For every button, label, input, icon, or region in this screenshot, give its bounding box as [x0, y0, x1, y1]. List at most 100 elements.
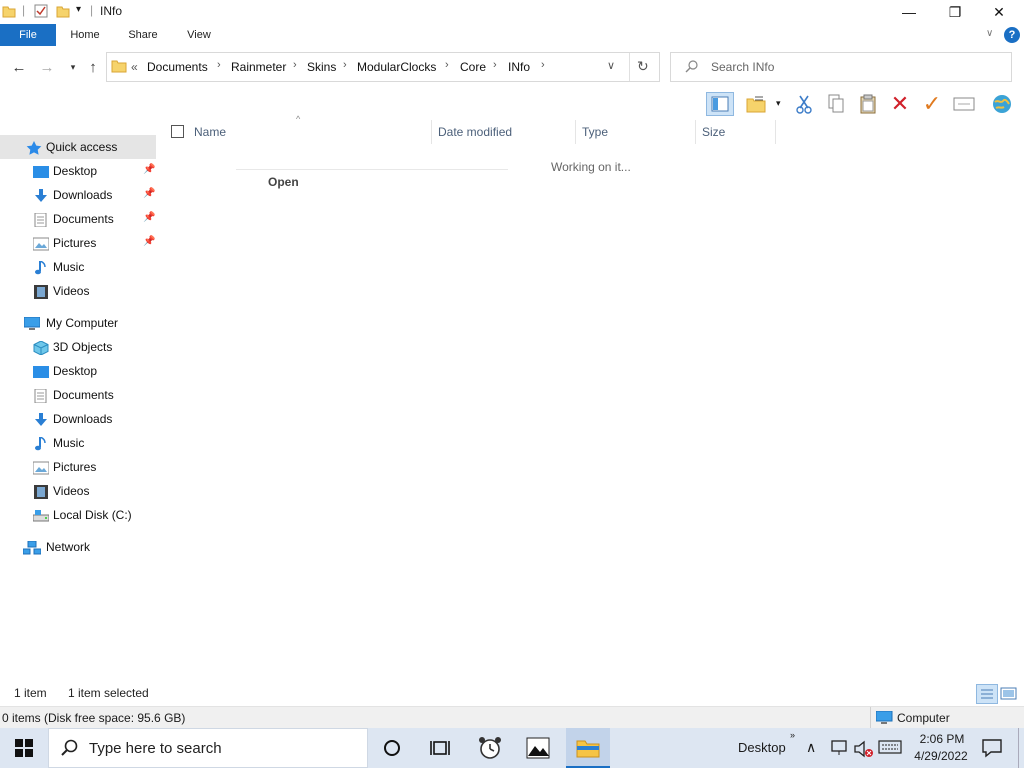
chevron-right-icon[interactable]: › — [293, 59, 297, 71]
column-divider[interactable] — [575, 120, 576, 144]
paste-icon[interactable] — [856, 92, 880, 116]
dropdown-icon[interactable]: ▾ — [776, 98, 781, 109]
alarm-clock-icon[interactable] — [476, 734, 504, 762]
details-bar: 0 items (Disk free space: 95.6 GB) Compu… — [0, 706, 1024, 729]
start-button[interactable] — [10, 734, 38, 762]
properties-icon[interactable] — [34, 4, 48, 18]
folder-icon — [2, 4, 16, 18]
address-divider — [629, 53, 630, 81]
volume-muted-icon[interactable] — [854, 740, 874, 761]
chevron-right-icon[interactable]: › — [493, 59, 497, 71]
column-divider[interactable] — [695, 120, 696, 144]
column-divider[interactable] — [775, 120, 776, 144]
search-box[interactable]: Search INfo — [670, 52, 1012, 82]
open-menu-item[interactable]: Open — [268, 175, 299, 189]
pin-icon[interactable]: 📌 — [143, 236, 155, 247]
keyboard-icon[interactable] — [878, 740, 902, 757]
pin-icon[interactable]: 📌 — [143, 164, 155, 175]
notifications-icon[interactable] — [982, 738, 1002, 761]
clock-date[interactable]: 4/29/2022 — [910, 749, 972, 763]
maximize-button[interactable]: ❐ — [932, 0, 978, 24]
toolbar-expand-icon[interactable]: » — [790, 730, 795, 740]
download-icon — [33, 412, 49, 426]
file-explorer-taskbar-button[interactable] — [566, 728, 610, 768]
search-input[interactable]: Search INfo — [711, 60, 774, 74]
column-header-size[interactable]: Size — [702, 120, 725, 144]
close-button[interactable]: ✕ — [976, 0, 1022, 24]
title-bar: | ▾ | INfo — ❐ ✕ — [0, 0, 1024, 24]
music-icon — [33, 436, 49, 451]
show-hidden-icons-icon[interactable]: ∧ — [806, 739, 816, 756]
taskbar: Type here to search Desktop » ∧ 2:06 PM … — [0, 728, 1024, 768]
ribbon-tabs: File Home Share View ∨ ? — [0, 24, 1024, 46]
details-view-button[interactable] — [976, 684, 998, 704]
up-button[interactable]: ↑ — [84, 58, 102, 76]
refresh-icon[interactable]: ↻ — [637, 58, 649, 75]
photos-icon[interactable] — [524, 734, 552, 762]
breadcrumb-documents[interactable]: Documents — [147, 60, 208, 74]
rename-icon[interactable] — [952, 92, 976, 116]
location-label: Computer — [897, 711, 950, 725]
new-folder-icon[interactable] — [56, 4, 70, 18]
back-button[interactable]: ← — [10, 58, 28, 76]
tab-file[interactable]: File — [0, 24, 56, 46]
chevron-right-icon[interactable]: › — [445, 59, 449, 71]
folder-options-icon[interactable] — [744, 92, 768, 116]
command-toolbar: ▾ ✕ ✓ — [0, 88, 1024, 120]
chevron-right-icon[interactable]: › — [217, 59, 221, 71]
cortana-icon[interactable] — [378, 734, 406, 762]
copy-icon[interactable] — [824, 92, 848, 116]
cut-icon[interactable] — [792, 92, 816, 116]
address-overflow[interactable]: « — [131, 60, 138, 74]
music-icon — [33, 260, 49, 275]
taskbar-search-input[interactable]: Type here to search — [89, 740, 222, 757]
column-header-date[interactable]: Date modified — [438, 120, 512, 144]
disk-free-space: 0 items (Disk free space: 95.6 GB) — [2, 711, 186, 725]
column-header-type[interactable]: Type — [582, 120, 608, 144]
chevron-right-icon[interactable]: › — [541, 59, 545, 71]
taskbar-search-box[interactable]: Type here to search — [48, 728, 368, 768]
breadcrumb-core[interactable]: Core — [460, 60, 486, 74]
search-icon — [61, 739, 79, 760]
column-header-name[interactable]: Name — [194, 120, 226, 144]
clock-time[interactable]: 2:06 PM — [916, 732, 968, 746]
preview-pane-icon[interactable] — [706, 92, 734, 116]
star-icon — [26, 140, 42, 155]
breadcrumb-skins[interactable]: Skins — [307, 60, 336, 74]
ribbon-expand-icon[interactable]: ∨ — [986, 28, 993, 39]
network-tray-icon[interactable] — [830, 740, 848, 759]
minimize-button[interactable]: — — [886, 0, 932, 24]
tab-home[interactable]: Home — [62, 24, 108, 46]
show-desktop-button[interactable] — [1018, 728, 1019, 768]
recent-locations-button[interactable]: ▾ — [64, 58, 82, 76]
breadcrumb-info[interactable]: INfo — [508, 60, 530, 74]
delete-icon[interactable]: ✕ — [888, 91, 912, 116]
tab-share[interactable]: Share — [120, 24, 166, 46]
title-separator: | — [90, 3, 94, 17]
qa-separator: | — [22, 3, 26, 17]
loading-message: Working on it... — [551, 160, 631, 174]
desktop-icon — [33, 164, 49, 178]
globe-icon[interactable] — [990, 92, 1014, 116]
task-view-icon[interactable] — [426, 734, 454, 762]
forward-button[interactable]: → — [38, 58, 56, 76]
address-dropdown-icon[interactable]: ∨ — [607, 59, 615, 72]
search-icon — [685, 59, 699, 76]
help-icon[interactable]: ? — [1004, 27, 1020, 43]
window-title: INfo — [100, 4, 123, 18]
tab-view[interactable]: View — [176, 24, 222, 46]
qa-customize-icon[interactable]: ▾ — [76, 4, 81, 15]
breadcrumb-modularclocks[interactable]: ModularClocks — [357, 60, 436, 74]
network-icon — [22, 540, 42, 555]
address-bar[interactable]: « Documents › Rainmeter › Skins › Modula… — [106, 52, 660, 82]
chevron-right-icon[interactable]: › — [343, 59, 347, 71]
column-divider[interactable] — [431, 120, 432, 144]
pin-icon[interactable]: 📌 — [143, 188, 155, 199]
checkmark-icon[interactable]: ✓ — [920, 91, 944, 116]
select-all-checkbox[interactable] — [171, 125, 184, 138]
desktop-toolbar-label[interactable]: Desktop — [738, 740, 786, 755]
folder-icon — [111, 58, 127, 77]
breadcrumb-rainmeter[interactable]: Rainmeter — [231, 60, 286, 74]
pin-icon[interactable]: 📌 — [143, 212, 155, 223]
large-icons-view-button[interactable] — [1000, 686, 1018, 705]
